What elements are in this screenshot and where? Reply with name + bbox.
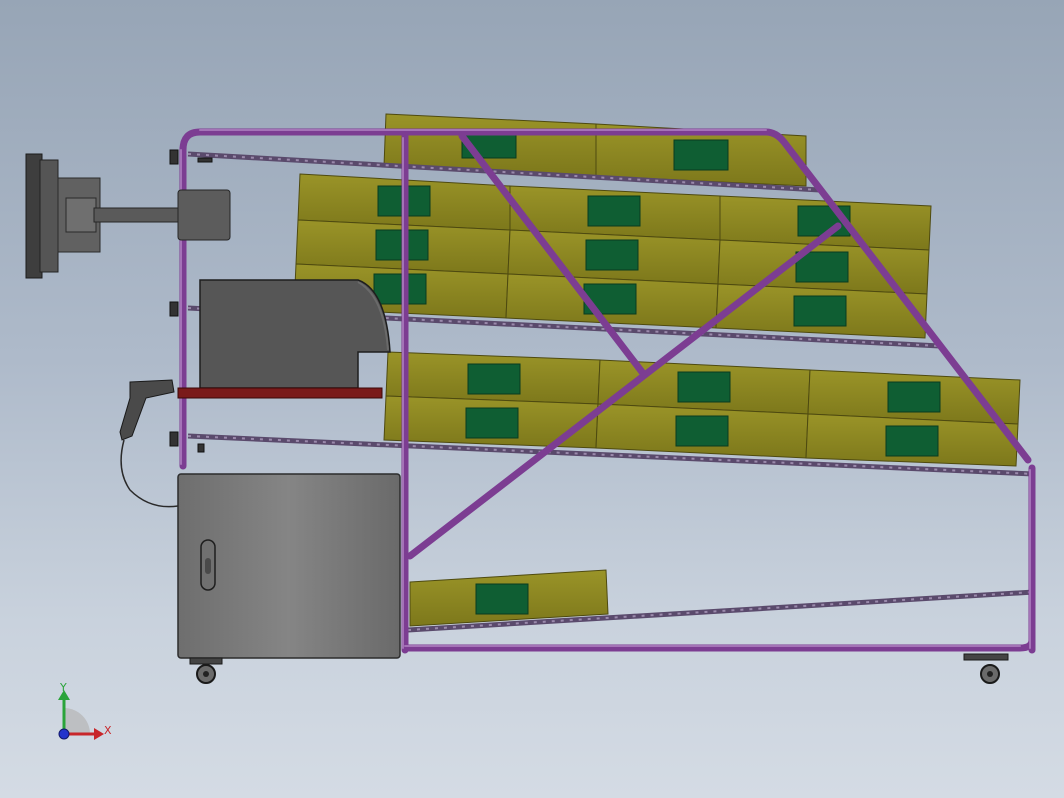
bin-label: [465, 407, 519, 439]
y-axis-label: Y: [59, 681, 67, 694]
cad-viewport[interactable]: Y X: [0, 0, 1064, 798]
printer-icon[interactable]: [199, 279, 391, 389]
bin-label: [585, 239, 639, 271]
bin-label: [587, 195, 641, 227]
bin-label: [373, 273, 427, 305]
flow-rack-model[interactable]: Y X: [0, 0, 1064, 798]
bin-label: [677, 371, 731, 403]
barcode-scanner-icon[interactable]: [119, 379, 179, 508]
bin-label: [467, 363, 521, 395]
axis-triad-icon: Y X: [58, 681, 112, 740]
bin-row-upper: [293, 173, 932, 339]
bin-label: [885, 425, 939, 457]
monitor-icon[interactable]: [25, 153, 231, 279]
caster-wheel-icon: [963, 653, 1009, 684]
bin-label: [475, 583, 529, 615]
cabinet-icon: [177, 473, 401, 659]
x-axis-label: X: [104, 724, 112, 737]
cabinet-handle[interactable]: [200, 539, 216, 591]
bin-label: [675, 415, 729, 447]
work-shelf: [177, 387, 383, 399]
bin-label: [673, 139, 729, 171]
z-axis-dot: [58, 728, 70, 740]
bin-label: [793, 295, 847, 327]
bin-label: [887, 381, 941, 413]
caster-wheel-icon: [189, 657, 223, 684]
